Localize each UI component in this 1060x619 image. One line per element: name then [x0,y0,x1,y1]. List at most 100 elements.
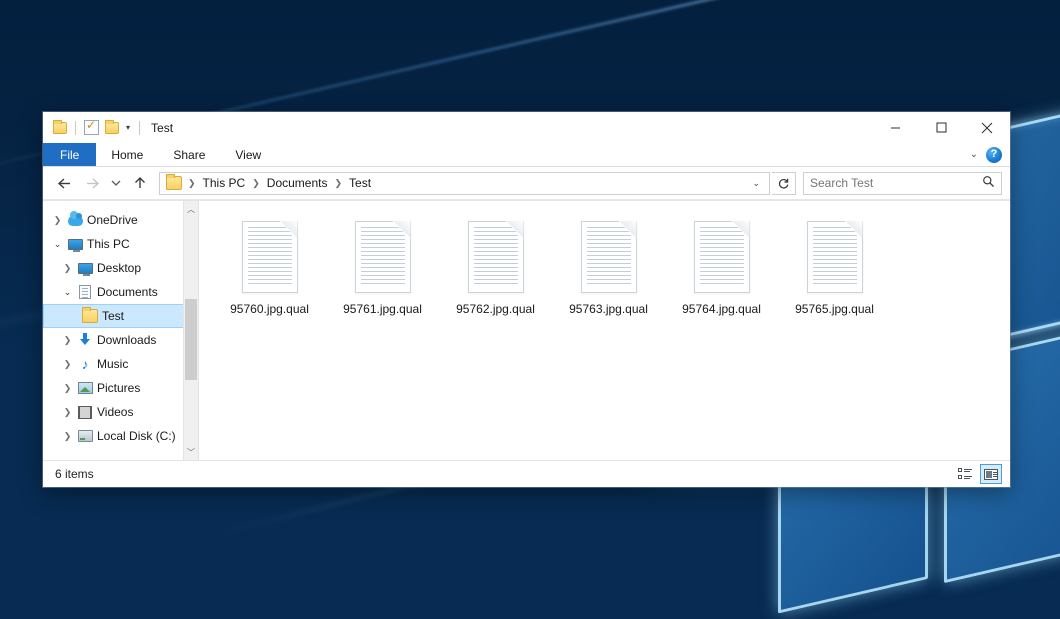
chevron-right-icon[interactable]: ❯ [59,336,76,345]
sidebar-item-label: Videos [97,405,133,419]
scrollbar-thumb[interactable] [185,299,197,381]
sidebar-item-label: Downloads [97,333,156,347]
arrow-left-icon [57,177,72,190]
help-button[interactable]: ? [986,147,1002,163]
music-icon: ♪ [76,357,94,371]
refresh-icon [777,177,790,190]
navigation-pane: ❯ OneDrive ⌄ This PC ❯ Desktop [43,201,199,460]
title-bar: ▾ Test [43,112,1010,143]
breadcrumb-item-test[interactable]: Test [345,176,375,190]
disk-icon [76,430,94,442]
explorer-body: ❯ OneDrive ⌄ This PC ❯ Desktop [43,200,1010,460]
close-button[interactable] [964,112,1010,143]
sidebar-item-desktop[interactable]: ❯ Desktop [43,256,198,280]
properties-checkbox-icon[interactable] [84,120,99,135]
generic-document-icon [242,221,298,293]
breadcrumb-separator: ❯ [251,178,261,189]
arrow-right-icon [85,177,100,190]
sidebar-item-videos[interactable]: ❯ Videos [43,400,198,424]
scrollbar-track[interactable] [184,217,198,444]
tab-view[interactable]: View [220,143,276,166]
navigation-scrollbar[interactable]: ︿ ﹀ [183,201,198,460]
chevron-right-icon[interactable]: ❯ [59,264,76,273]
minimize-button[interactable] [872,112,918,143]
toolbar-divider [139,121,140,135]
sidebar-item-local-disk-c[interactable]: ❯ Local Disk (C:) [43,424,198,448]
sidebar-item-documents[interactable]: ⌄ Documents [43,280,198,304]
file-item[interactable]: 95763.jpg.qual [552,219,665,316]
address-bar-row: ❯ This PC ❯ Documents ❯ Test ⌄ [43,167,1010,200]
status-bar: 6 items [43,460,1010,487]
monitor-icon [66,239,84,250]
file-item[interactable]: 95760.jpg.qual [213,219,326,316]
maximize-icon [936,122,947,133]
maximize-button[interactable] [918,112,964,143]
chevron-right-icon[interactable]: ❯ [59,408,76,417]
view-mode-buttons [954,464,1002,484]
chevron-up-icon[interactable]: ︿ [184,201,198,217]
breadcrumb-item-this-pc[interactable]: This PC [199,176,250,190]
sidebar-item-label: OneDrive [87,213,138,227]
generic-document-icon [355,221,411,293]
sidebar-item-downloads[interactable]: ❯ Downloads [43,328,198,352]
file-item[interactable]: 95764.jpg.qual [665,219,778,316]
item-count-label: 6 items [55,467,94,481]
sidebar-item-test[interactable]: Test [43,304,198,328]
file-name-label: 95762.jpg.qual [456,302,535,316]
download-icon [76,333,94,347]
file-item[interactable]: 95761.jpg.qual [326,219,439,316]
new-folder-icon[interactable] [105,122,119,134]
recent-locations-button[interactable] [107,171,125,195]
sidebar-item-music[interactable]: ❯ ♪ Music [43,352,198,376]
file-item[interactable]: 95765.jpg.qual [778,219,891,316]
search-box[interactable] [803,172,1002,195]
close-icon [981,122,993,134]
search-icon[interactable] [982,175,995,191]
video-icon [76,406,94,419]
refresh-button[interactable] [772,172,796,195]
sidebar-item-onedrive[interactable]: ❯ OneDrive [43,208,198,232]
forward-button[interactable] [79,171,105,195]
generic-document-icon [694,221,750,293]
up-button[interactable] [127,171,153,195]
file-name-label: 95761.jpg.qual [343,302,422,316]
folder-icon [81,309,99,323]
chevron-down-icon[interactable]: ⌄ [970,149,978,160]
search-input[interactable] [810,176,982,190]
chevron-down-icon [111,179,121,187]
chevron-right-icon[interactable]: ❯ [49,216,66,225]
folder-icon[interactable] [53,122,67,134]
sidebar-item-pictures[interactable]: ❯ Pictures [43,376,198,400]
chevron-down-icon[interactable]: ⌄ [49,240,66,249]
breadcrumb[interactable]: ❯ This PC ❯ Documents ❯ Test ⌄ [159,172,770,195]
chevron-down-icon[interactable]: ⌄ [745,178,767,189]
sidebar-item-this-pc[interactable]: ⌄ This PC [43,232,198,256]
folder-icon [166,176,182,190]
sidebar-item-label: Desktop [97,261,141,275]
chevron-down-icon[interactable]: ﹀ [184,444,198,460]
file-name-label: 95764.jpg.qual [682,302,761,316]
file-item[interactable]: 95762.jpg.qual [439,219,552,316]
file-explorer-window: ▾ Test [43,112,1010,487]
details-view-button[interactable] [954,464,976,484]
chevron-right-icon[interactable]: ❯ [59,384,76,393]
tab-file[interactable]: File [43,143,96,166]
window-controls [872,112,1010,143]
chevron-down-icon[interactable]: ⌄ [59,288,76,297]
arrow-up-icon [133,176,147,190]
cloud-icon [66,215,84,226]
file-grid: 95760.jpg.qual 95761.jpg.qual [213,219,1010,316]
ribbon-tab-bar: File Home Share View ⌄ ? [43,143,1010,167]
chevron-right-icon[interactable]: ❯ [59,432,76,441]
breadcrumb-item-documents[interactable]: Documents [263,176,332,190]
chevron-down-icon[interactable]: ▾ [125,124,131,132]
tab-share[interactable]: Share [158,143,220,166]
back-button[interactable] [51,171,77,195]
sidebar-item-label: Local Disk (C:) [97,429,176,443]
chevron-right-icon[interactable]: ❯ [59,360,76,369]
tab-home[interactable]: Home [96,143,158,166]
breadcrumb-separator: ❯ [187,178,197,189]
sidebar-item-label: Documents [97,285,158,299]
file-list-pane[interactable]: 95760.jpg.qual 95761.jpg.qual [199,201,1010,460]
large-icons-view-button[interactable] [980,464,1002,484]
